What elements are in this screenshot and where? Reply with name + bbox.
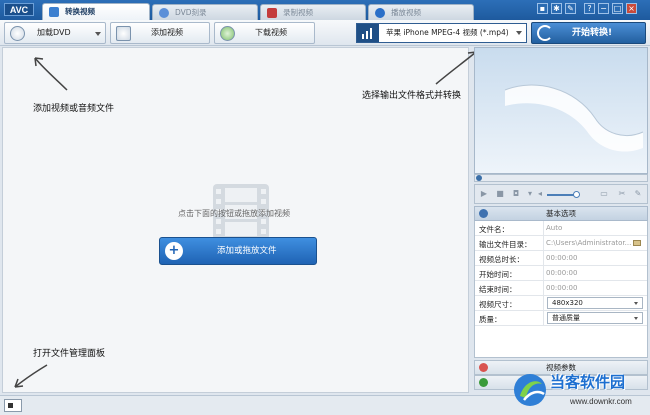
settings-icon[interactable]: ✱ xyxy=(551,3,562,14)
add-video-button[interactable]: 添加视频 xyxy=(110,22,210,44)
output-dir-value[interactable]: C:\Users\Administrator... xyxy=(546,239,631,247)
option-label: 文件名： xyxy=(479,225,509,234)
playback-slider[interactable] xyxy=(474,174,648,182)
arrow-down-left-icon xyxy=(14,364,48,388)
empty-tip: 点击下面的按钮或拖放添加视频 xyxy=(178,209,290,218)
chevron-down-icon xyxy=(634,317,638,320)
option-row-video-size: 视频尺寸： 480x320 xyxy=(475,296,647,311)
chevron-down-icon[interactable] xyxy=(95,32,101,36)
tab-play-video[interactable]: 播放视频 xyxy=(368,4,474,20)
load-dvd-label: 加载DVD xyxy=(37,28,71,37)
tab-label: 播放视频 xyxy=(391,8,421,17)
hint-select-format: 选择输出文件格式并转换 xyxy=(362,91,462,101)
basic-options-title: 基本选项 xyxy=(546,209,576,218)
stop-icon[interactable]: ■ xyxy=(495,189,505,199)
tab-label: 录制视频 xyxy=(283,8,313,17)
option-row-filename: 文件名： Auto xyxy=(475,221,647,236)
hint-open-panel: 打开文件管理面板 xyxy=(33,349,106,359)
option-label: 视频总时长： xyxy=(479,255,524,264)
file-panel-toggle[interactable] xyxy=(4,399,22,412)
hint-add-file: 添加视频或音频文件 xyxy=(33,104,115,114)
duration-value: 00:00:00 xyxy=(546,254,578,262)
app-logo: AVC xyxy=(4,3,34,16)
start-time-value[interactable]: 00:00:00 xyxy=(546,269,577,277)
add-video-label: 添加视频 xyxy=(151,28,183,37)
chevron-down-icon[interactable]: ▾ xyxy=(525,189,535,199)
option-label: 输出文件目录： xyxy=(479,240,532,249)
maximize-button[interactable]: □ xyxy=(612,3,623,14)
disc-icon xyxy=(159,8,169,18)
folder-icon[interactable] xyxy=(633,240,641,246)
screen-icon[interactable]: ▭ xyxy=(599,189,609,199)
wrench-icon[interactable]: ✎ xyxy=(633,189,643,199)
tab-label: DVD刻录 xyxy=(175,8,207,17)
option-label: 视频尺寸： xyxy=(479,300,517,309)
option-row-start-time: 开始时间： 00:00:00 xyxy=(475,266,647,281)
output-format-value: 苹果 iPhone MPEG-4 视频 (*.mp4) xyxy=(386,28,509,37)
player-controls: ▶ ■ ◘ ▾ ◂ ▭ ✂ ✎ xyxy=(474,184,648,204)
download-globe-icon xyxy=(220,26,235,41)
minimize-button[interactable]: − xyxy=(598,3,609,14)
watermark-url: www.downkr.com xyxy=(570,397,632,406)
convert-label: 开始转换! xyxy=(572,28,613,38)
tab-convert-video[interactable]: 转换视频 xyxy=(42,3,150,20)
option-row-duration: 视频总时长： 00:00:00 xyxy=(475,251,647,266)
end-time-value[interactable]: 00:00:00 xyxy=(546,284,577,292)
site-watermark: 当客软件园 www.downkr.com xyxy=(512,370,650,415)
option-label: 结束时间： xyxy=(479,285,517,294)
option-row-end-time: 结束时间： 00:00:00 xyxy=(475,281,647,296)
convert-tab-icon xyxy=(49,7,59,17)
audio-params-icon xyxy=(479,378,488,387)
options-icon xyxy=(479,209,488,218)
option-row-quality: 质量： 普通质量 xyxy=(475,311,647,326)
arrow-up-left-icon xyxy=(34,57,68,91)
play-icon[interactable]: ▶ xyxy=(479,189,489,199)
option-label: 开始时间： xyxy=(479,270,517,279)
chevron-down-icon xyxy=(634,302,638,305)
video-size-value: 480x320 xyxy=(552,299,583,307)
option-row-output-dir: 输出文件目录： C:\Users\Administrator... xyxy=(475,236,647,251)
plus-icon: + xyxy=(165,242,183,260)
disc-icon xyxy=(10,26,25,41)
snapshot-icon[interactable]: ◘ xyxy=(511,189,521,199)
chevron-down-icon xyxy=(516,31,522,35)
watermark-name: 当客软件园 xyxy=(550,374,626,391)
cut-icon[interactable]: ✂ xyxy=(617,189,627,199)
film-add-icon xyxy=(116,26,131,41)
quality-select[interactable]: 普通质量 xyxy=(547,312,643,324)
tab-label: 转换视频 xyxy=(65,7,95,16)
convert-refresh-icon xyxy=(537,25,553,41)
basic-options-header[interactable]: 基本选项 xyxy=(474,206,648,221)
record-icon xyxy=(267,8,277,18)
add-file-label: 添加或拖放文件 xyxy=(217,246,277,256)
watermark-logo-icon xyxy=(514,374,546,406)
volume-icon[interactable]: ◂ xyxy=(535,189,545,199)
start-convert-button[interactable]: 开始转换! xyxy=(531,22,646,44)
basic-options-panel: 文件名： Auto 输出文件目录： C:\Users\Administrator… xyxy=(474,221,648,358)
slider-handle[interactable] xyxy=(476,175,482,181)
volume-handle[interactable] xyxy=(573,191,580,198)
help-button[interactable]: ? xyxy=(584,3,595,14)
quality-value: 普通质量 xyxy=(552,314,580,322)
filename-value[interactable]: Auto xyxy=(546,224,562,232)
keyboard-icon[interactable]: ▪ xyxy=(537,3,548,14)
play-icon xyxy=(375,8,385,18)
load-dvd-button[interactable]: 加载DVD xyxy=(4,22,106,44)
video-params-icon xyxy=(479,363,488,372)
option-label: 质量： xyxy=(479,315,502,324)
download-video-button[interactable]: 下载视频 xyxy=(214,22,315,44)
close-button[interactable]: × xyxy=(626,3,637,14)
tab-dvd-burn[interactable]: DVD刻录 xyxy=(152,4,258,20)
title-bar: AVC 转换视频 DVD刻录 录制视频 播放视频 ▪ ✱ ✎ ? − □ × xyxy=(0,0,650,20)
tools-icon[interactable]: ✎ xyxy=(565,3,576,14)
video-size-select[interactable]: 480x320 xyxy=(547,297,643,309)
film-reel-icon xyxy=(504,84,644,152)
output-format-select[interactable]: 苹果 iPhone MPEG-4 视频 (*.mp4) xyxy=(356,23,527,43)
add-file-button[interactable]: + 添加或拖放文件 xyxy=(159,237,317,265)
download-video-label: 下载视频 xyxy=(255,28,287,37)
phone-format-icon xyxy=(357,24,379,42)
video-preview xyxy=(474,47,648,174)
tab-record-video[interactable]: 录制视频 xyxy=(260,4,366,20)
